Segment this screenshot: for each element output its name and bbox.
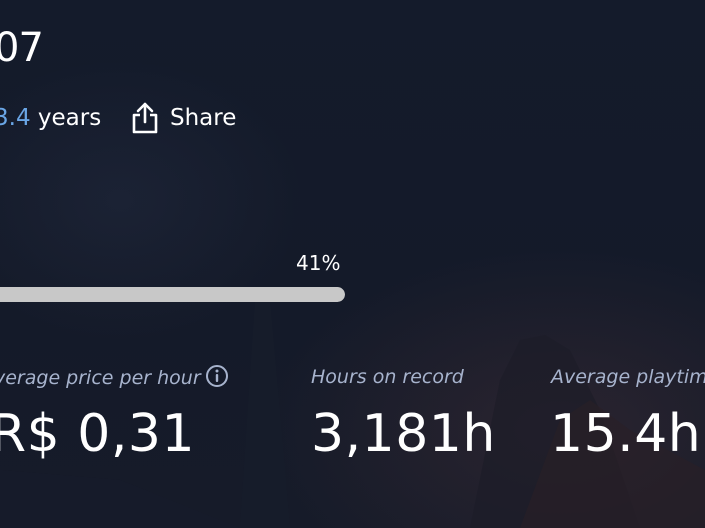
stat-label-average-playtime: Average playtim — [551, 366, 705, 388]
progress-bar — [0, 287, 345, 302]
share-button[interactable]: Share — [130, 98, 236, 138]
progress-percent: 41% — [296, 251, 341, 275]
years-value: 3.4 — [0, 105, 31, 131]
years-unit: years — [37, 105, 102, 131]
stat-label-hours-on-record: Hours on record — [311, 366, 464, 388]
info-icon[interactable] — [205, 364, 229, 395]
page-title-fragment: 07 — [0, 25, 44, 71]
stat-value-hours-on-record: 3,181h — [311, 404, 496, 464]
stat-value-average-playtime: 15.4h — [550, 404, 702, 464]
stat-label-text: verage price per hour — [0, 367, 201, 389]
share-icon — [130, 101, 160, 135]
stat-label-price-per-hour: verage price per hour — [0, 364, 229, 395]
progress-bar-fill — [0, 287, 345, 302]
years-owned: 3.4 years — [0, 102, 101, 134]
stat-value-price-per-hour: R$ 0,31 — [0, 404, 196, 464]
share-label: Share — [170, 105, 237, 131]
